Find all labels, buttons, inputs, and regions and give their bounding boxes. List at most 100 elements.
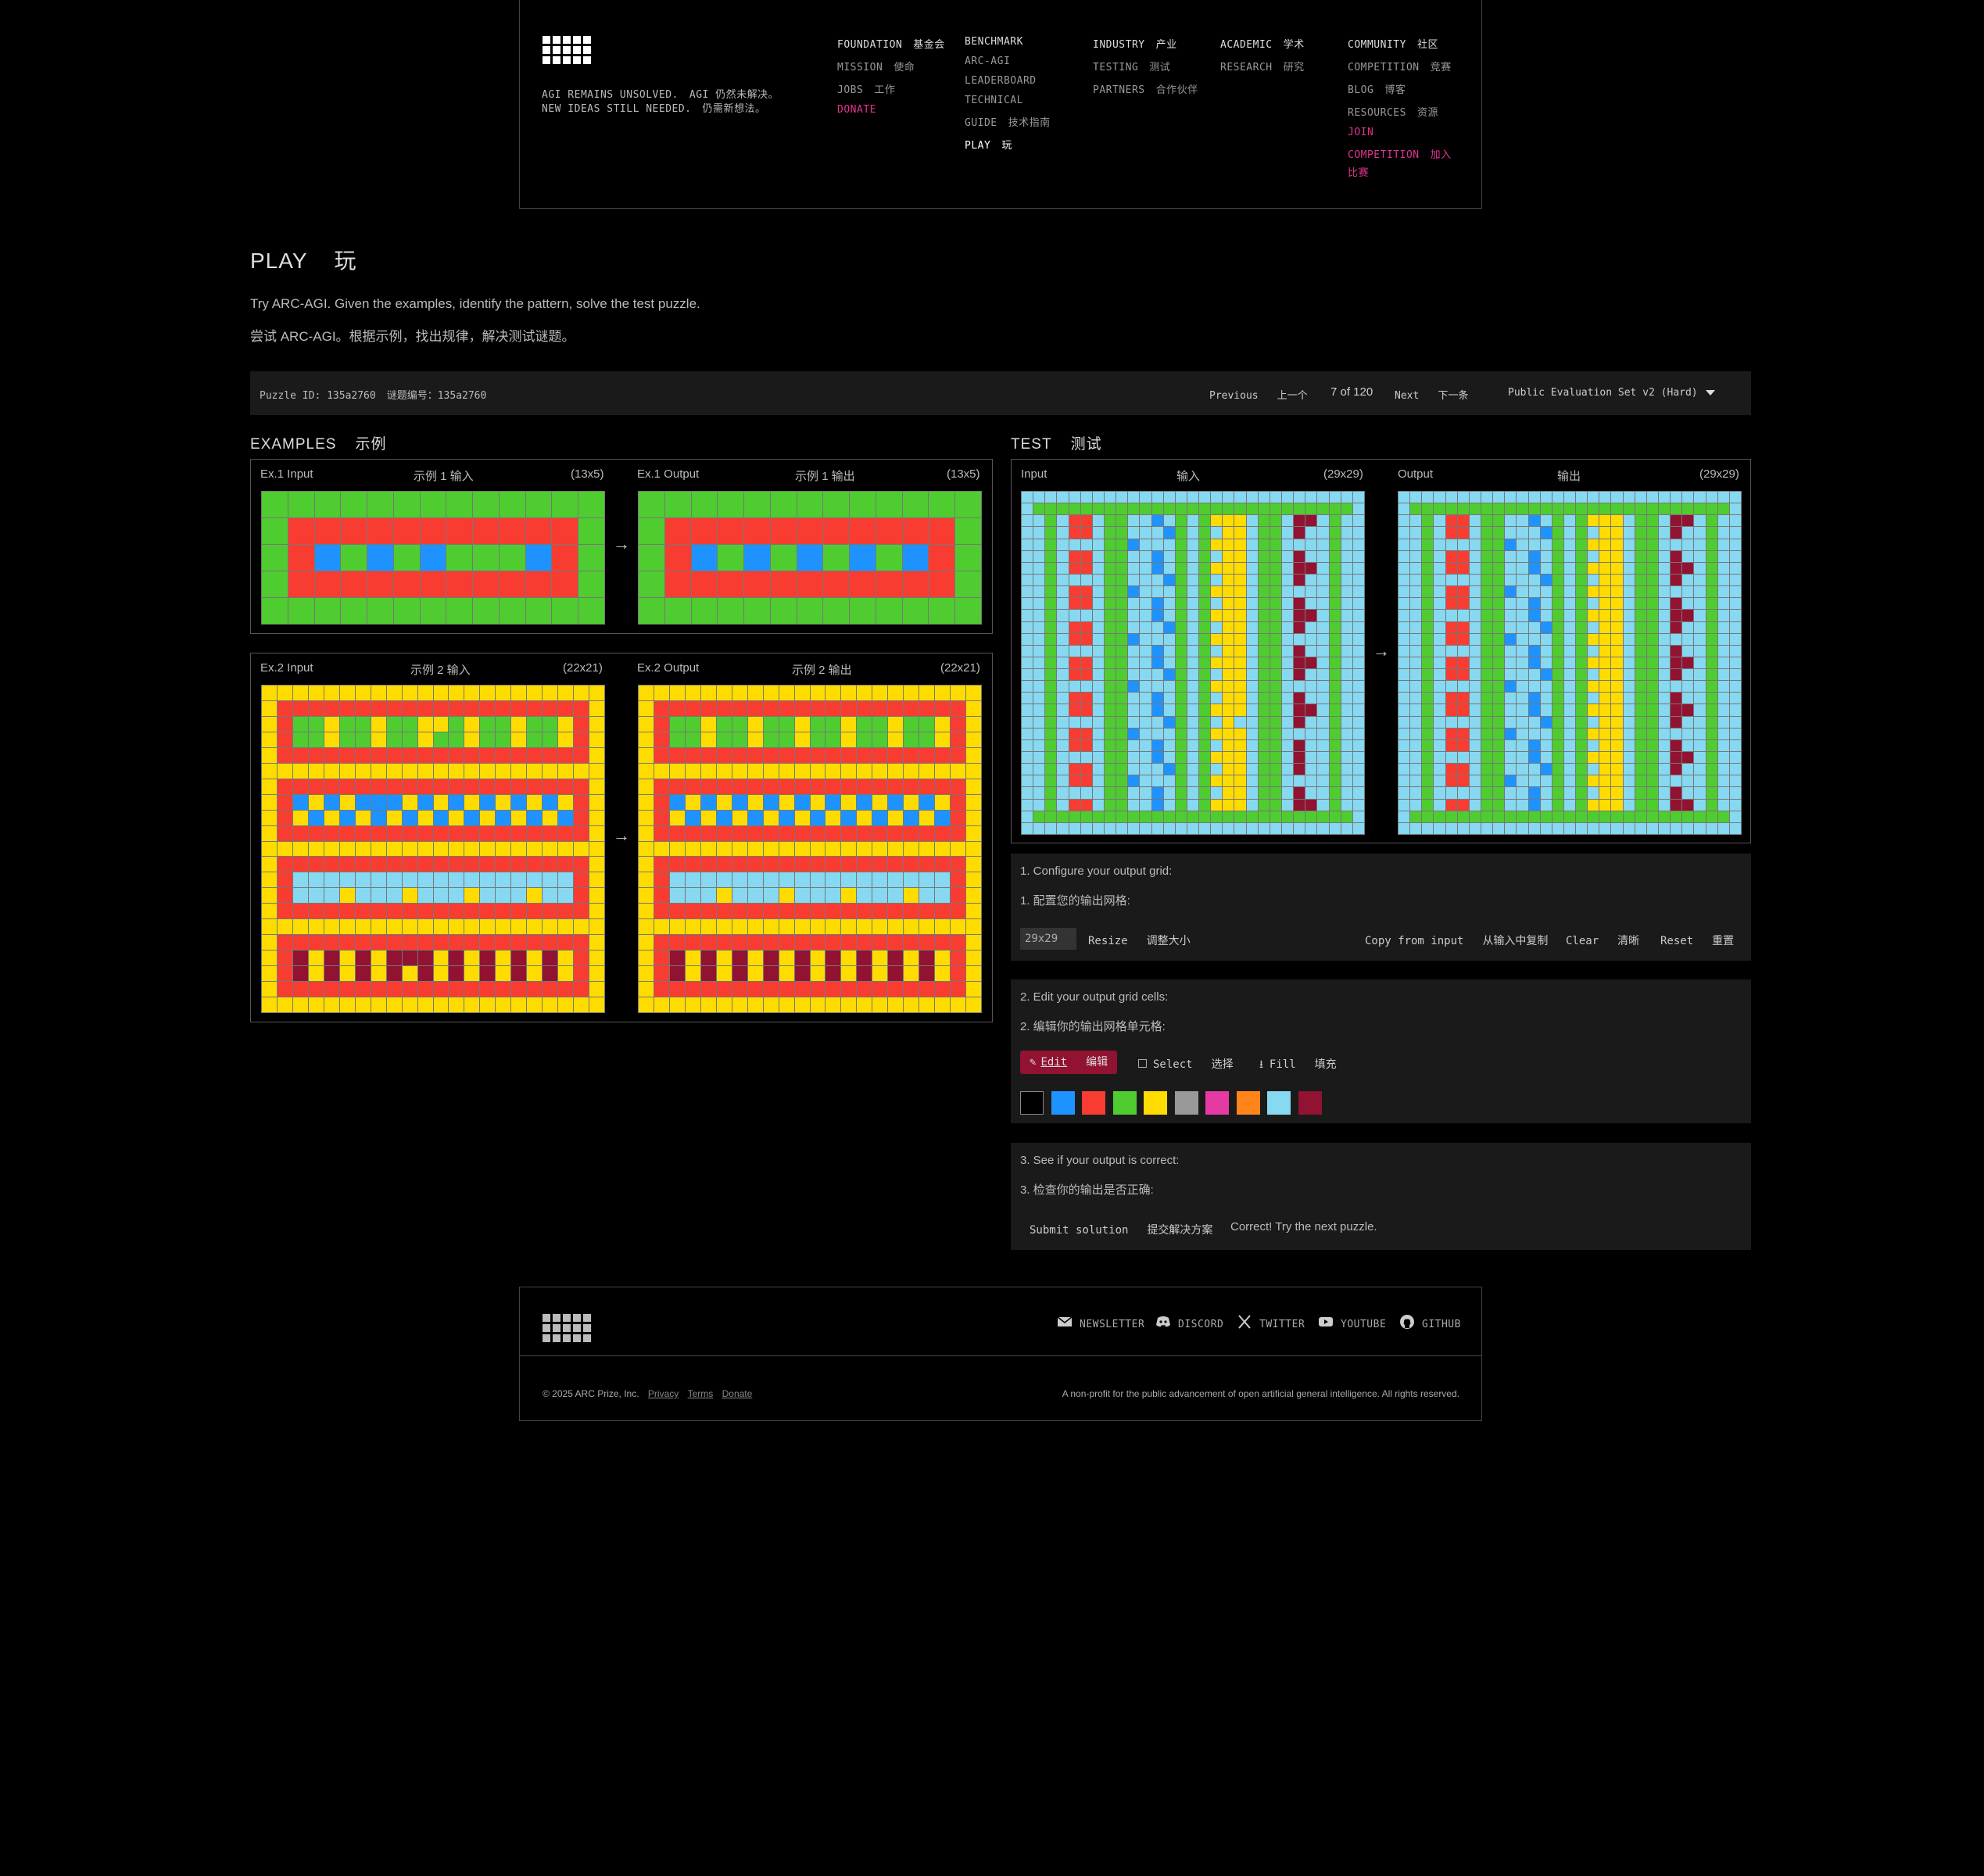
grid-cell[interactable] [1457, 562, 1469, 574]
grid-cell[interactable] [1457, 752, 1469, 764]
grid-cell[interactable] [1434, 764, 1445, 775]
grid-cell[interactable] [1659, 704, 1671, 716]
grid-cell[interactable] [1588, 764, 1599, 775]
grid-cell[interactable] [1517, 716, 1528, 728]
grid-cell[interactable] [1576, 621, 1588, 633]
grid-cell[interactable] [1588, 728, 1599, 739]
grid-cell[interactable] [1671, 610, 1682, 621]
grid-cell[interactable] [1717, 822, 1729, 834]
grid-cell[interactable] [1457, 645, 1469, 657]
nav-item-play[interactable]: PLAY 玩 [965, 137, 1051, 152]
grid-cell[interactable] [1635, 621, 1646, 633]
grid-cell[interactable] [1646, 752, 1659, 764]
grid-cell[interactable] [1694, 550, 1706, 562]
grid-cell[interactable] [1694, 562, 1706, 574]
grid-cell[interactable] [1410, 787, 1422, 799]
grid-cell[interactable] [1493, 787, 1505, 799]
grid-cell[interactable] [1505, 739, 1517, 752]
grid-cell[interactable] [1422, 550, 1434, 562]
grid-cell[interactable] [1706, 539, 1717, 550]
grid-cell[interactable] [1646, 716, 1659, 728]
grid-cell[interactable] [1623, 645, 1635, 657]
grid-cell[interactable] [1694, 704, 1706, 716]
nav-heading-benchmark[interactable]: BENCHMARK [965, 36, 1051, 48]
select-mode-button[interactable]: Select 选择 [1138, 1056, 1234, 1072]
grid-cell[interactable] [1671, 822, 1682, 834]
grid-cell[interactable] [1410, 775, 1422, 787]
grid-cell[interactable] [1694, 739, 1706, 752]
grid-cell[interactable] [1635, 681, 1646, 693]
grid-cell[interactable] [1469, 550, 1481, 562]
grid-cell[interactable] [1671, 515, 1682, 527]
grid-cell[interactable] [1469, 739, 1481, 752]
grid-cell[interactable] [1469, 645, 1481, 657]
grid-cell[interactable] [1552, 693, 1563, 704]
grid-cell[interactable] [1659, 752, 1671, 764]
grid-cell[interactable] [1481, 515, 1493, 527]
grid-cell[interactable] [1671, 598, 1682, 610]
grid-cell[interactable] [1682, 550, 1694, 562]
grid-cell[interactable] [1457, 550, 1469, 562]
grid-cell[interactable] [1552, 539, 1563, 550]
nav-item-jobs[interactable]: JOBS 工作 [837, 81, 945, 96]
grid-cell[interactable] [1469, 539, 1481, 550]
grid-cell[interactable] [1646, 539, 1659, 550]
grid-cell[interactable] [1588, 752, 1599, 764]
grid-cell[interactable] [1729, 503, 1741, 515]
footer-logo[interactable] [543, 1314, 591, 1342]
grid-cell[interactable] [1611, 728, 1623, 739]
grid-cell[interactable] [1563, 693, 1576, 704]
grid-cell[interactable] [1528, 728, 1540, 739]
grid-cell[interactable] [1434, 811, 1445, 822]
grid-cell[interactable] [1540, 669, 1552, 681]
grid-cell[interactable] [1623, 811, 1635, 822]
grid-cell[interactable] [1422, 822, 1434, 834]
grid-cell[interactable] [1493, 527, 1505, 539]
nav-item-mission[interactable]: MISSION 使命 [837, 59, 945, 73]
grid-cell[interactable] [1540, 527, 1552, 539]
grid-cell[interactable] [1729, 716, 1741, 728]
grid-cell[interactable] [1398, 716, 1410, 728]
grid-cell[interactable] [1588, 811, 1599, 822]
grid-cell[interactable] [1588, 739, 1599, 752]
grid-cell[interactable] [1552, 527, 1563, 539]
grid-cell[interactable] [1540, 598, 1552, 610]
grid-cell[interactable] [1481, 550, 1493, 562]
grid-cell[interactable] [1398, 527, 1410, 539]
grid-cell[interactable] [1445, 716, 1457, 728]
grid-cell[interactable] [1576, 550, 1588, 562]
grid-cell[interactable] [1671, 539, 1682, 550]
grid-cell[interactable] [1599, 562, 1611, 574]
grid-cell[interactable] [1588, 539, 1599, 550]
grid-cell[interactable] [1457, 598, 1469, 610]
grid-cell[interactable] [1517, 574, 1528, 586]
grid-cell[interactable] [1481, 728, 1493, 739]
grid-cell[interactable] [1505, 515, 1517, 527]
grid-cell[interactable] [1706, 527, 1717, 539]
grid-cell[interactable] [1611, 775, 1623, 787]
grid-cell[interactable] [1563, 550, 1576, 562]
grid-cell[interactable] [1706, 704, 1717, 716]
grid-cell[interactable] [1671, 693, 1682, 704]
grid-cell[interactable] [1398, 822, 1410, 834]
grid-cell[interactable] [1540, 515, 1552, 527]
grid-cell[interactable] [1682, 693, 1694, 704]
grid-cell[interactable] [1540, 645, 1552, 657]
grid-cell[interactable] [1410, 550, 1422, 562]
grid-cell[interactable] [1552, 503, 1563, 515]
grid-cell[interactable] [1481, 503, 1493, 515]
edit-mode-button[interactable]: ✎ Edit 编辑 [1020, 1051, 1118, 1074]
grid-cell[interactable] [1576, 739, 1588, 752]
grid-cell[interactable] [1481, 621, 1493, 633]
grid-cell[interactable] [1540, 492, 1552, 503]
grid-cell[interactable] [1481, 681, 1493, 693]
grid-cell[interactable] [1729, 550, 1741, 562]
grid-cell[interactable] [1671, 586, 1682, 598]
grid-cell[interactable] [1635, 669, 1646, 681]
grid-cell[interactable] [1635, 562, 1646, 574]
grid-cell[interactable] [1434, 657, 1445, 669]
grid-cell[interactable] [1671, 739, 1682, 752]
grid-cell[interactable] [1717, 799, 1729, 811]
grid-cell[interactable] [1682, 503, 1694, 515]
grid-cell[interactable] [1671, 657, 1682, 669]
